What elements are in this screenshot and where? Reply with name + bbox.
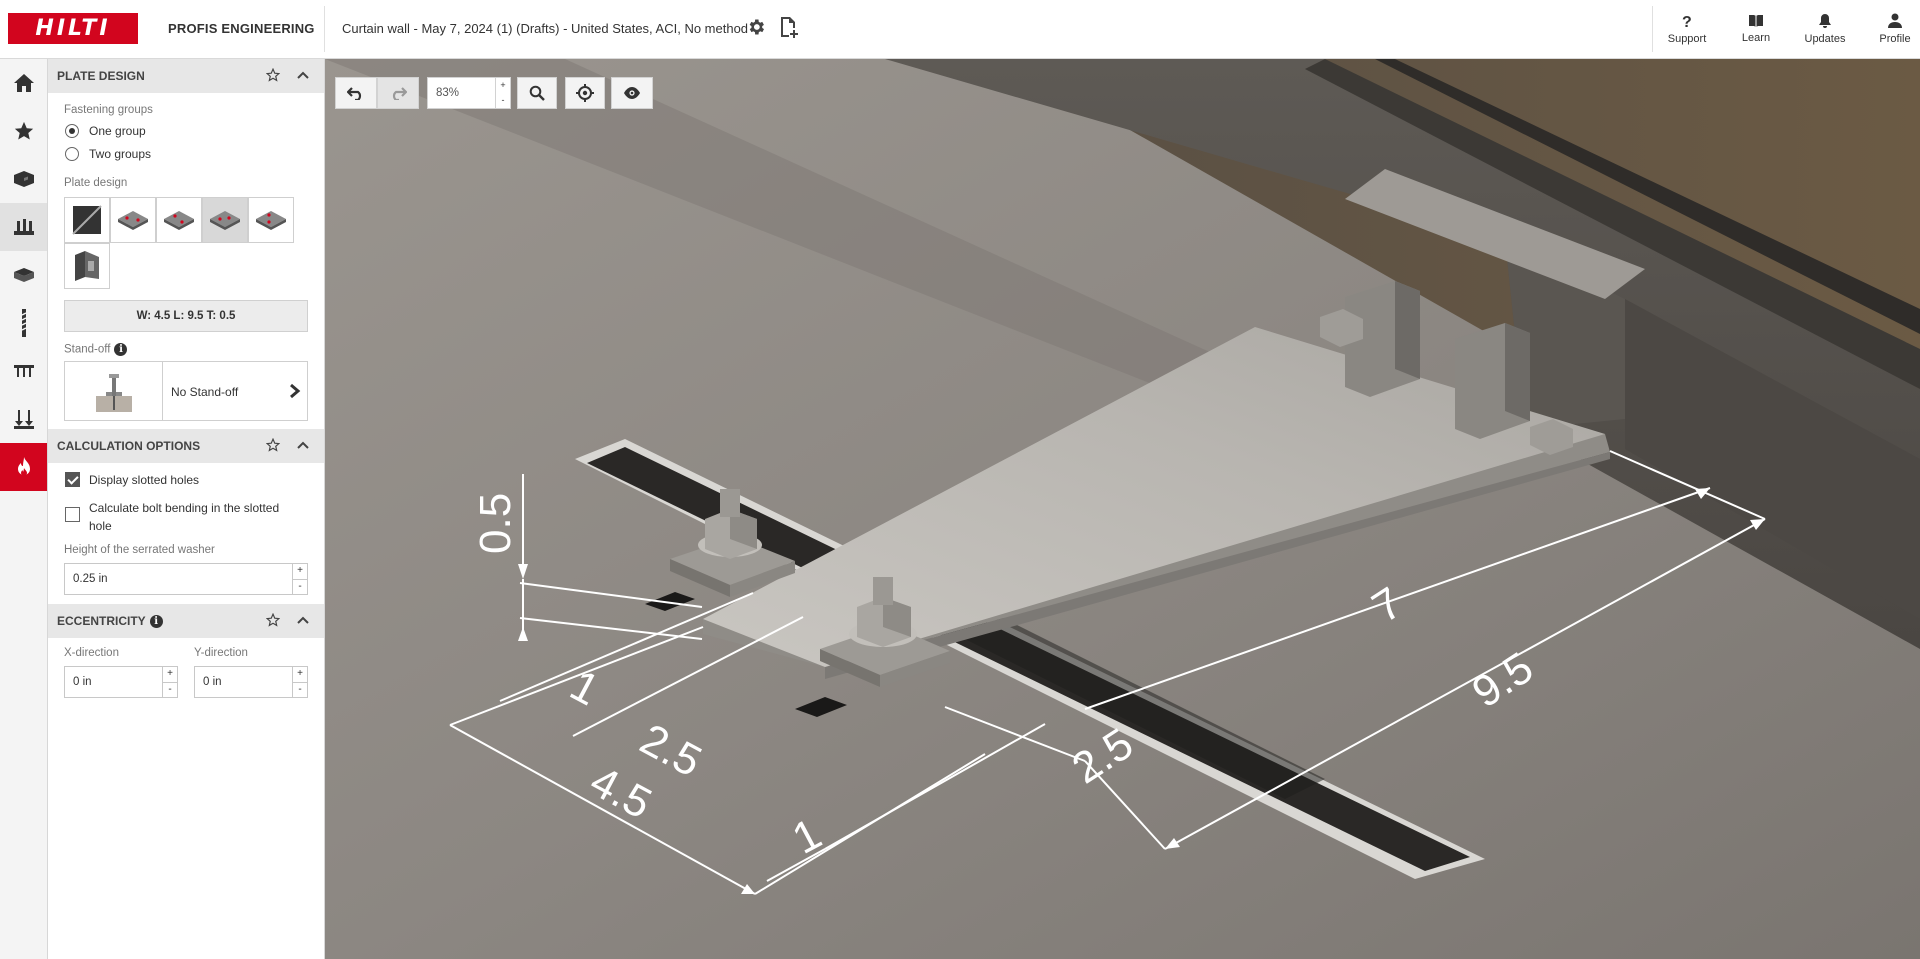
info-icon[interactable]: i <box>149 615 163 629</box>
standoff-label: Stand-off i <box>64 343 128 356</box>
hilti-logo[interactable]: HILTI <box>8 13 138 44</box>
navigation-rail <box>0 59 48 959</box>
visibility-button[interactable] <box>611 77 653 109</box>
display-slotted-holes-checkbox[interactable] <box>65 472 80 487</box>
support-button[interactable]: ? Support <box>1654 0 1720 58</box>
two-groups-label[interactable]: Two groups <box>89 147 151 161</box>
baseplate-icon[interactable] <box>0 203 47 251</box>
bell-icon <box>1819 14 1831 28</box>
anchor-icon[interactable] <box>0 299 47 347</box>
stand-off-icon[interactable] <box>0 395 47 443</box>
fastening-groups-label: Fastening groups <box>64 104 153 116</box>
reset-view-button[interactable] <box>565 77 605 109</box>
serrated-washer-label: Height of the serrated washer <box>64 544 215 556</box>
undo-button[interactable] <box>335 77 377 109</box>
x-direction-label: X-direction <box>64 647 119 659</box>
plate-tile-2-anchors-d[interactable] <box>248 197 294 243</box>
svg-text:?: ? <box>1682 14 1692 29</box>
zoom-input[interactable]: 83% + - <box>427 77 511 109</box>
3d-scene[interactable]: 0.5 1 2.5 4.5 1 2.5 7 9.5 <box>325 59 1920 959</box>
dim-thickness-label: 0.5 <box>471 493 520 554</box>
redo-button[interactable] <box>377 77 419 109</box>
gear-icon[interactable] <box>744 15 768 39</box>
x-direction-input[interactable]: 0 in + - <box>64 666 178 698</box>
person-icon <box>1888 13 1902 28</box>
y-direction-stepper[interactable]: + - <box>292 667 307 697</box>
star-icon[interactable] <box>0 107 47 155</box>
fire-icon[interactable] <box>0 443 47 491</box>
favorite-star-icon[interactable] <box>266 68 280 82</box>
profile-icon[interactable] <box>0 251 47 299</box>
base-material-icon[interactable] <box>0 155 47 203</box>
plate-tile-2-anchors-b[interactable] <box>156 197 202 243</box>
display-slotted-holes-label[interactable]: Display slotted holes <box>89 473 199 487</box>
chevron-up-icon[interactable] <box>297 439 309 451</box>
plate-tile-2-anchors[interactable] <box>110 197 156 243</box>
section-title: PLATE DESIGN <box>57 69 145 83</box>
plate-dimensions-button[interactable]: W: 4.5 L: 9.5 T: 0.5 <box>64 300 308 332</box>
y-direction-input[interactable]: 0 in + - <box>194 666 308 698</box>
app-header: HILTI PROFIS ENGINEERING Curtain wall - … <box>0 0 1920 59</box>
book-icon <box>1749 15 1763 27</box>
plate-design-header[interactable]: PLATE DESIGN <box>48 59 324 93</box>
project-title[interactable]: Curtain wall - May 7, 2024 (1) (Drafts) … <box>342 21 748 36</box>
plate-tile-angle-bracket[interactable] <box>64 243 110 289</box>
header-divider <box>1652 6 1653 52</box>
loads-icon[interactable] <box>0 347 47 395</box>
question-icon: ? <box>1682 14 1692 29</box>
zoom-search-button[interactable] <box>517 77 557 109</box>
calc-bolt-bending-checkbox[interactable] <box>65 507 80 522</box>
info-icon[interactable]: i <box>114 343 128 356</box>
standoff-value: No Stand-off <box>171 385 239 399</box>
updates-button[interactable]: Updates <box>1792 0 1858 58</box>
eccentricity-header[interactable]: ECCENTRICITY i <box>48 604 324 638</box>
favorite-star-icon[interactable] <box>266 438 280 452</box>
standoff-selector[interactable]: No Stand-off <box>64 361 308 421</box>
app-name: PROFIS ENGINEERING <box>168 21 315 36</box>
plate-tile-2-anchors-selected[interactable] <box>202 197 248 243</box>
plate-design-label: Plate design <box>64 177 128 189</box>
chevron-up-icon[interactable] <box>297 614 309 626</box>
eye-icon <box>624 87 640 99</box>
section-title: CALCULATION OPTIONS <box>57 439 201 453</box>
plate-tile-custom[interactable] <box>64 197 110 243</box>
home-icon[interactable] <box>0 59 47 107</box>
two-groups-radio[interactable] <box>65 147 79 161</box>
favorite-star-icon[interactable] <box>266 613 280 627</box>
section-title: ECCENTRICITY i <box>57 614 163 629</box>
profile-button[interactable]: Profile <box>1862 0 1920 58</box>
y-direction-label: Y-direction <box>194 647 248 659</box>
zoom-stepper[interactable]: + - <box>495 78 510 108</box>
serrated-washer-stepper[interactable]: + - <box>292 564 307 594</box>
crosshair-icon <box>576 84 594 102</box>
learn-button[interactable]: Learn <box>1723 0 1789 58</box>
calculation-options-header[interactable]: CALCULATION OPTIONS <box>48 429 324 463</box>
redo-icon <box>392 87 407 100</box>
undo-icon <box>347 87 362 100</box>
one-group-label[interactable]: One group <box>89 124 146 138</box>
3d-viewport[interactable]: 0.5 1 2.5 4.5 1 2.5 7 9.5 83% + - <box>325 59 1920 959</box>
one-group-radio[interactable] <box>65 124 79 138</box>
chevron-right-icon <box>290 383 301 399</box>
chevron-up-icon[interactable] <box>297 69 309 81</box>
x-direction-stepper[interactable]: + - <box>162 667 177 697</box>
search-icon <box>529 85 545 101</box>
header-divider <box>324 6 325 52</box>
report-export-icon[interactable] <box>776 15 800 39</box>
standoff-thumbnail <box>65 362 163 420</box>
calc-bolt-bending-label[interactable]: Calculate bolt bending in the slotted ho… <box>89 499 279 535</box>
serrated-washer-input[interactable]: 0.25 in + - <box>64 563 308 595</box>
